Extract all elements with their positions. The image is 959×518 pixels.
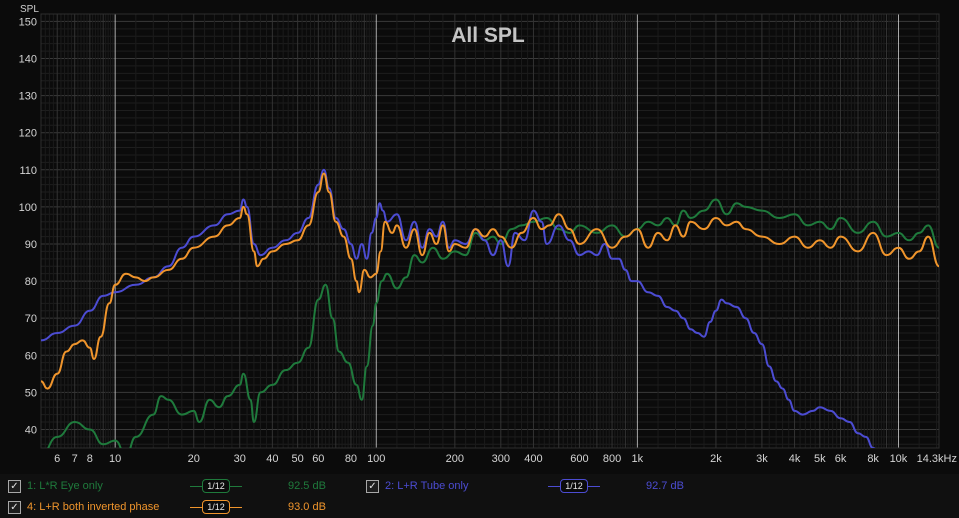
y-tick-label: 80 [25,276,37,288]
x-tick-label: 60 [312,453,324,465]
legend-item-inverted-phase[interactable]: ✓ 4: L+R both inverted phase [8,498,159,516]
y-tick-label: 70 [25,313,37,325]
y-tick-label: 110 [19,165,37,177]
x-tick-label: 800 [603,453,621,465]
x-tick-label: 6k [835,453,847,465]
chart-title: All SPL [451,24,525,47]
legend-item-eye-only[interactable]: ✓ 1: L*R Eye only [8,477,103,495]
y-tick-label: 100 [19,202,37,214]
legend-label: 1: L*R Eye only [27,480,103,492]
smoothing-label: 1/12 [560,479,588,493]
legend-value: 93.0 dB [288,501,326,513]
x-tick-label: 8 [87,453,93,465]
y-tick-label: 50 [25,387,37,399]
x-tick-label: 6 [54,453,60,465]
y-tick-label: 140 [19,54,37,66]
x-tick-label: 10 [109,453,121,465]
spl-chart: 6 7 8 10 20 30 40 50 60 80 100 200 300 400 600 800 1k 2k 3… [0,0,959,474]
smoothing-control-inverted-phase[interactable]: 1/12 [190,498,242,516]
smoothing-control-tube-only[interactable]: 1/12 [548,477,600,495]
x-tick-label: 200 [446,453,464,465]
check-icon[interactable]: ✓ [8,500,21,514]
x-tick-label: 3k [756,453,768,465]
check-icon[interactable]: ✓ [366,479,379,493]
y-tick-label: 120 [19,128,37,140]
x-tick-label: 300 [492,453,510,465]
x-tick-label: 600 [570,453,588,465]
x-tick-label: 40 [266,453,278,465]
x-tick-labels: 6 7 8 10 20 30 40 50 60 80 100 200 300 400 600 800 1k 2k 3… [54,453,957,465]
x-tick-label: 7 [72,453,78,465]
legend-label: 2: L+R Tube only [385,480,469,492]
x-tick-label: 4k [789,453,801,465]
y-axis-label: SPL [20,4,39,15]
x-tick-label: 20 [188,453,200,465]
x-tick-label: 2k [710,453,722,465]
legend-value: 92.5 dB [288,480,326,492]
smoothing-control-eye-only[interactable]: 1/12 [190,477,242,495]
x-tick-label: 5k [814,453,826,465]
smoothing-label: 1/12 [202,479,230,493]
x-tick-label: 10k [890,453,908,465]
y-tick-label: 60 [25,350,37,362]
x-tick-label: 100 [367,453,385,465]
y-tick-label: 40 [25,424,37,436]
y-tick-label: 150 [19,16,37,28]
legend-label: 4: L+R both inverted phase [27,501,160,513]
x-tick-label: 14.3kHz [917,453,957,465]
legend: ✓ 1: L*R Eye only 1/12 92.5 dB ✓ 2: L+R … [0,474,959,518]
legend-item-tube-only[interactable]: ✓ 2: L+R Tube only [366,477,468,495]
x-tick-label: 400 [524,453,542,465]
x-tick-label: 50 [292,453,304,465]
y-tick-label: 130 [19,91,37,103]
legend-value: 92.7 dB [646,480,684,492]
y-tick-label: 90 [25,239,37,251]
x-tick-label: 8k [867,453,879,465]
x-tick-label: 80 [345,453,357,465]
check-icon[interactable]: ✓ [8,479,21,493]
x-tick-label: 1k [632,453,644,465]
smoothing-label: 1/12 [202,500,230,514]
x-tick-label: 30 [234,453,246,465]
